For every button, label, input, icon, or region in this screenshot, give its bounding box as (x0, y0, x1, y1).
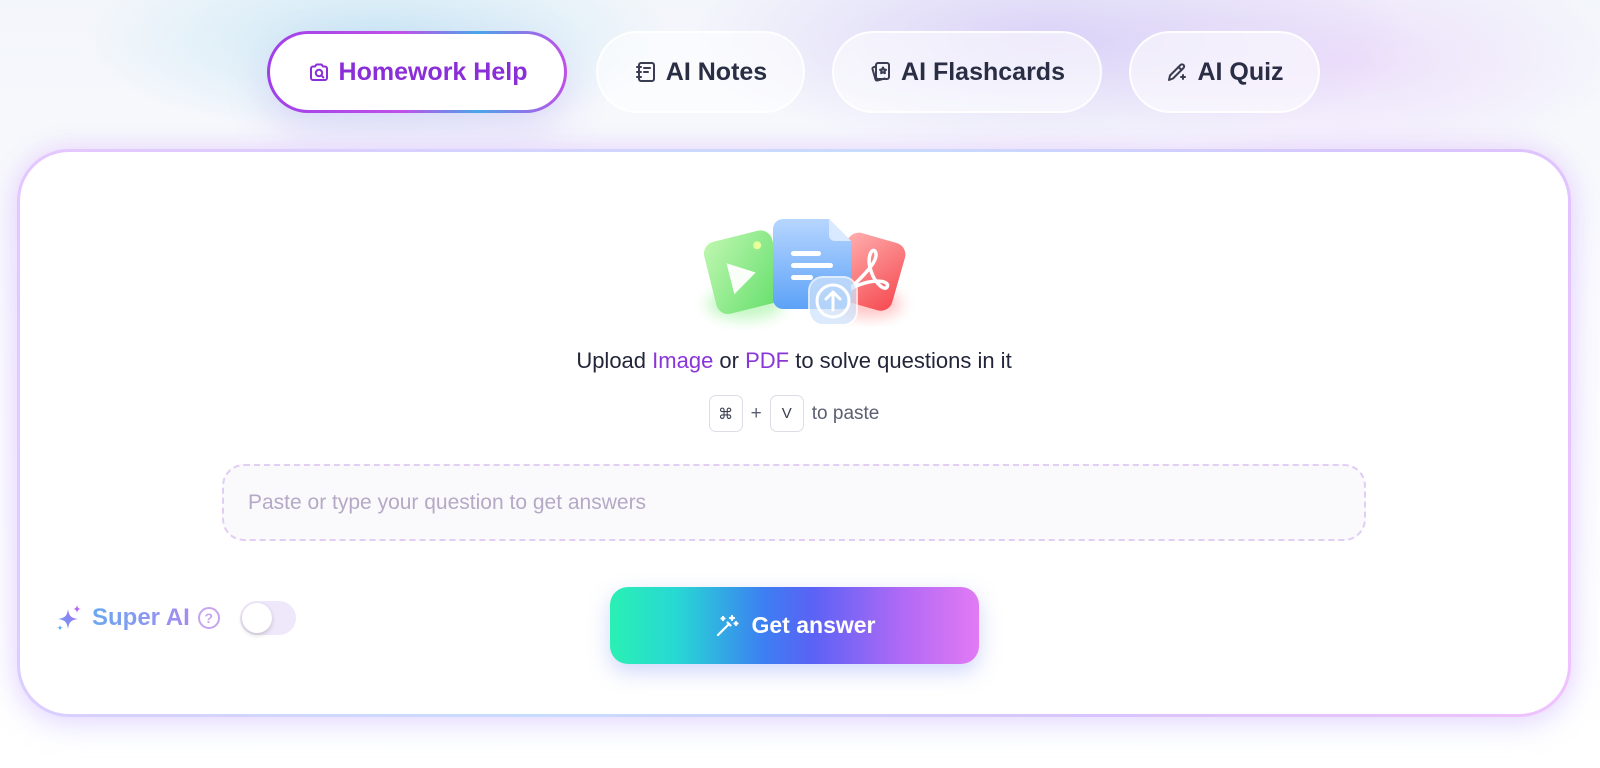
help-icon[interactable]: ? (197, 607, 220, 629)
paste-hint-text: to paste (811, 402, 880, 424)
upload-image-link[interactable]: Image (652, 348, 713, 373)
camera-search-icon (307, 60, 331, 84)
plus-sign: + (750, 402, 762, 424)
magic-wand-icon (714, 613, 740, 639)
toggle-knob (241, 603, 272, 633)
notebook-icon (634, 60, 658, 84)
tab-label: AI Notes (665, 57, 768, 86)
upload-instruction: Upload Image or PDF to solve questions i… (20, 348, 1568, 374)
upload-pdf-link[interactable]: PDF (745, 348, 789, 373)
file-upload-illustration[interactable] (685, 209, 925, 339)
homework-card: Upload Image or PDF to solve questions i… (17, 149, 1571, 717)
paste-shortcut-hint: ⌘ + V to paste (20, 395, 1568, 432)
super-ai-toggle[interactable] (239, 601, 296, 635)
super-ai-control: Super AI ? (54, 598, 296, 638)
tab-ai-quiz[interactable]: AI Quiz (1129, 31, 1320, 113)
tab-homework-help[interactable]: Homework Help (267, 31, 567, 113)
super-ai-label: Super AI (92, 604, 190, 631)
get-answer-label: Get answer (751, 612, 876, 638)
pencil-sparkle-icon (1165, 60, 1189, 84)
tab-label: Homework Help (338, 57, 528, 86)
upload-prefix: Upload (576, 348, 653, 373)
get-answer-button[interactable]: Get answer (610, 587, 979, 664)
v-key: V (769, 395, 804, 432)
tab-ai-flashcards[interactable]: AI Flashcards (832, 31, 1102, 113)
upload-arrow-icon (808, 276, 858, 326)
sparkle-icon (54, 603, 84, 633)
upload-middle: or (713, 348, 746, 373)
tab-label: AI Quiz (1197, 57, 1284, 86)
command-key: ⌘ (708, 395, 743, 432)
upload-suffix: to solve questions in it (789, 348, 1012, 373)
flashcard-icon (869, 60, 893, 84)
question-input[interactable] (222, 464, 1366, 541)
tab-label: AI Flashcards (901, 57, 1065, 86)
tab-ai-notes[interactable]: AI Notes (596, 31, 805, 113)
mode-tabs: Homework Help AI Notes AI Flashcards AI … (0, 31, 1600, 113)
